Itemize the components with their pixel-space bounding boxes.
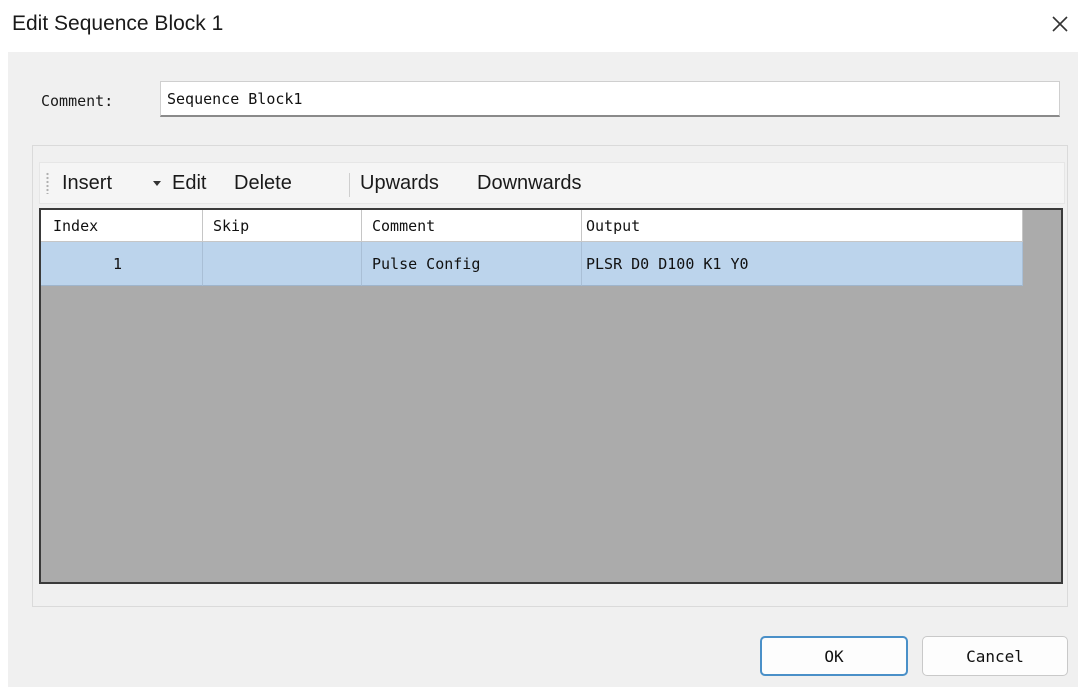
row-skip-cell[interactable] — [203, 242, 362, 286]
column-header-comment[interactable]: Comment — [362, 210, 582, 242]
sequence-table[interactable]: Index Skip Comment Output 1 Pulse Config… — [39, 208, 1063, 584]
cancel-button[interactable]: Cancel — [922, 636, 1068, 676]
column-header-index[interactable]: Index — [41, 210, 203, 242]
toolbar: Insert Edit Delete Upwards Downwards — [39, 162, 1065, 204]
dialog-title: Edit Sequence Block 1 — [12, 12, 224, 35]
edit-button[interactable]: Edit — [172, 172, 206, 195]
close-icon — [1052, 16, 1068, 32]
delete-button[interactable]: Delete — [234, 172, 292, 195]
comment-input[interactable] — [160, 81, 1060, 117]
grip-icon[interactable] — [46, 172, 49, 194]
sequence-panel: Insert Edit Delete Upwards Downwards Ind… — [32, 145, 1068, 607]
ok-button[interactable]: OK — [760, 636, 908, 676]
comment-label: Comment: — [41, 92, 114, 110]
row-output-cell[interactable]: PLSR D0 D100 K1 Y0 — [582, 242, 1023, 286]
row-comment-cell[interactable]: Pulse Config — [362, 242, 582, 286]
table-header: Index Skip Comment Output — [41, 210, 1023, 242]
toolbar-separator — [349, 173, 350, 197]
column-header-skip[interactable]: Skip — [203, 210, 362, 242]
close-button[interactable] — [1046, 10, 1074, 38]
row-index-cell[interactable]: 1 — [41, 242, 203, 286]
column-header-output[interactable]: Output — [582, 210, 1023, 242]
title-bar: Edit Sequence Block 1 — [0, 0, 1078, 52]
dialog-body: Comment: Insert Edit Delete Upwards Down… — [8, 52, 1078, 687]
chevron-down-icon[interactable] — [152, 180, 162, 188]
table-row[interactable]: 1 Pulse Config PLSR D0 D100 K1 Y0 — [41, 242, 1023, 286]
downwards-button[interactable]: Downwards — [477, 172, 581, 195]
insert-button[interactable]: Insert — [62, 172, 112, 195]
upwards-button[interactable]: Upwards — [360, 172, 439, 195]
insert-label: Insert — [62, 172, 113, 194]
